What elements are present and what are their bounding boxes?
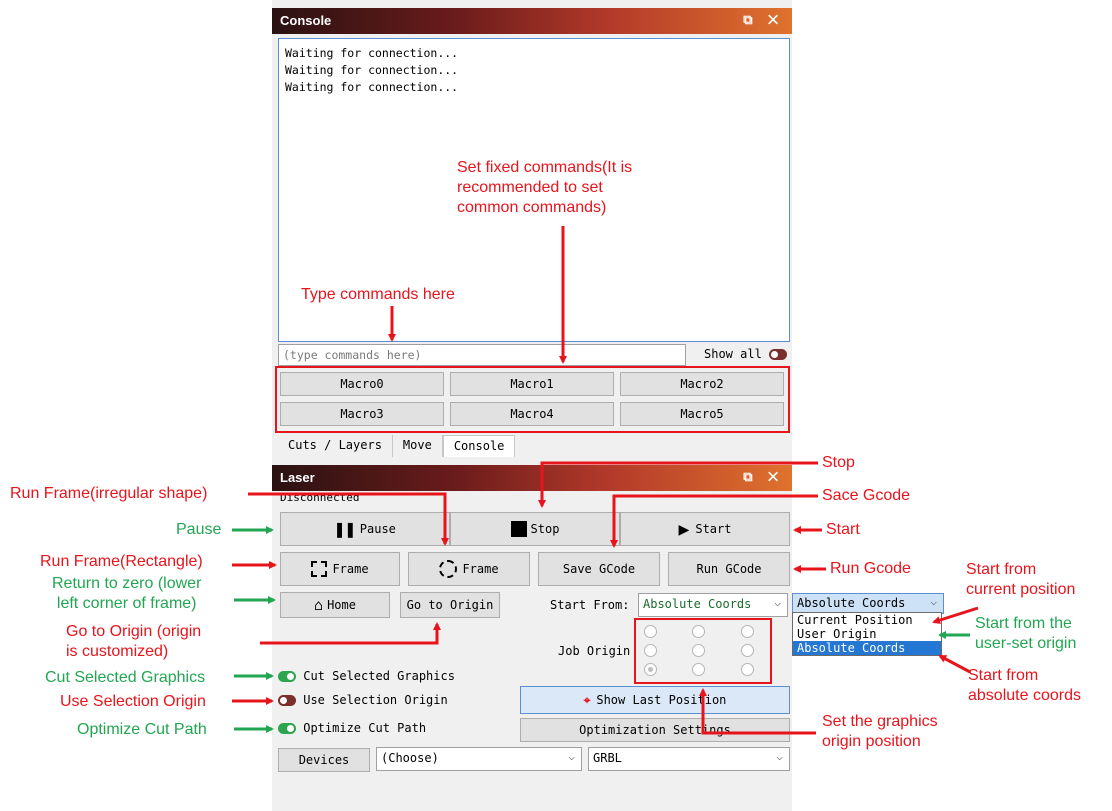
annotation-run-frame-irregular: Run Frame(irregular shape) <box>10 485 208 502</box>
annotation-run-gcode: Run Gcode <box>830 560 911 577</box>
annotation-use-selection-origin: Use Selection Origin <box>60 693 206 710</box>
annotation-graphics-origin: Set the graphics origin position <box>822 713 938 750</box>
annotation-save-gcode: Sace Gcode <box>822 487 911 504</box>
annotation-fixed-commands: Set fixed commands(It is recommended to … <box>457 159 633 216</box>
annotation-run-frame-rect: Run Frame(Rectangle) <box>40 553 203 570</box>
annotation-start-absolute: Start from absolute coords <box>968 667 1081 704</box>
annotation-optimize-cut-path: Optimize Cut Path <box>77 721 207 738</box>
annotation-type-commands: Type commands here <box>301 286 455 303</box>
annotation-arrows <box>232 226 979 735</box>
annotation-go-origin: Go to Origin (origin is customized) <box>66 623 202 660</box>
annotation-start: Start <box>826 521 860 538</box>
annotation-stop: Stop <box>822 454 855 471</box>
annotation-pause: Pause <box>176 521 222 538</box>
annotation-start-user: Start from the user-set origin <box>975 615 1077 652</box>
annotation-cut-selected: Cut Selected Graphics <box>45 669 206 686</box>
annotation-return-zero: Return to zero (lower left corner of fra… <box>52 575 202 612</box>
annotation-start-current: Start from current position <box>966 561 1076 598</box>
